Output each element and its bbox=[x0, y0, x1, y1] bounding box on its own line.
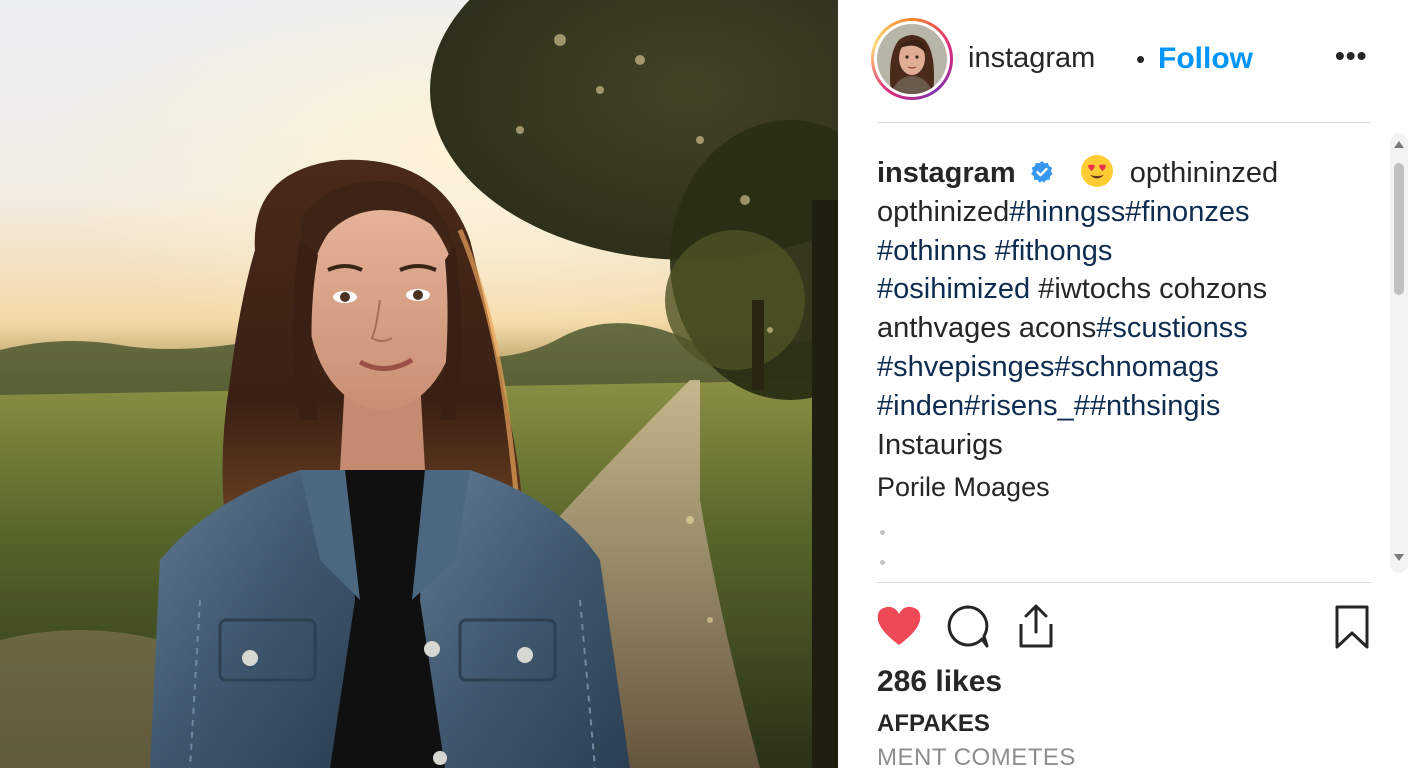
caption-line-7: #inden#risens_##nthsingis bbox=[877, 387, 1367, 426]
likes-count[interactable]: 286 likes bbox=[877, 665, 1002, 699]
post-photo[interactable] bbox=[0, 0, 838, 768]
caption-text: #iwtochs cohzons bbox=[1030, 273, 1268, 306]
caption-line-4: #osihimized #iwtochs cohzons bbox=[877, 270, 1367, 309]
secondary-caption: Porile Moages bbox=[877, 472, 1050, 502]
hashtag-link[interactable]: #shvepisnges#schnomags bbox=[877, 351, 1219, 383]
more-options-button[interactable]: ••• bbox=[1335, 40, 1367, 72]
follow-button[interactable]: Follow bbox=[1158, 42, 1253, 76]
heart-icon[interactable] bbox=[876, 605, 922, 647]
caption-username[interactable]: instagram bbox=[877, 157, 1016, 189]
avatar[interactable] bbox=[871, 18, 953, 100]
header-divider bbox=[877, 122, 1371, 123]
caption-text: opthininzed bbox=[1129, 157, 1279, 189]
actions-divider bbox=[877, 582, 1371, 583]
scroll-down-arrow-icon[interactable] bbox=[1394, 554, 1404, 561]
comments-link[interactable]: MENT COMETES bbox=[877, 744, 1076, 768]
hashtag-link[interactable]: #inden#risens_##nthsingis bbox=[877, 390, 1220, 422]
hashtag-link[interactable]: #osihimized bbox=[877, 273, 1030, 305]
post-sidebar: instagram • Follow ••• instagram opthini… bbox=[838, 0, 1408, 768]
caption-line-1: instagram opthininzed bbox=[877, 154, 1367, 193]
verified-badge-icon bbox=[1030, 161, 1053, 183]
caption-text: opthinized bbox=[877, 195, 1010, 228]
caption: instagram opthininzed opthinized#hinngss… bbox=[877, 154, 1367, 464]
caption-line-8: Instaurigs bbox=[877, 426, 1367, 465]
avatar-image bbox=[877, 24, 947, 94]
caption-line-2: opthinized#hinngss#finonzes bbox=[877, 193, 1367, 232]
hashtag-link[interactable]: #othinns #fithongs bbox=[877, 235, 1112, 267]
ellipsis-dot bbox=[880, 530, 885, 535]
ellipsis-dot bbox=[880, 560, 885, 565]
bookmark-icon[interactable] bbox=[1334, 604, 1370, 650]
caption-line-6: #shvepisnges#schnomags bbox=[877, 348, 1367, 387]
caption-line-3: #othinns #fithongs bbox=[877, 232, 1367, 271]
share-icon[interactable] bbox=[1015, 602, 1057, 650]
caption-text: anthvages acons bbox=[877, 312, 1097, 345]
comment-icon[interactable] bbox=[946, 604, 990, 650]
caption-line-5: anthvages acons#scustionss bbox=[877, 309, 1367, 348]
hashtag-link[interactable]: #scustionss bbox=[1096, 312, 1248, 344]
scroll-up-arrow-icon[interactable] bbox=[1394, 141, 1404, 148]
caption-scrollbar[interactable] bbox=[1390, 133, 1408, 573]
extra-label: AFPAKES bbox=[877, 710, 990, 737]
header-separator: • bbox=[1136, 44, 1146, 74]
header-username[interactable]: instagram bbox=[968, 42, 1095, 75]
hashtag-link[interactable]: #hinngss#finonzes bbox=[1009, 196, 1249, 228]
caption-text: Instaurigs bbox=[877, 428, 1003, 461]
post-photo-art bbox=[0, 0, 838, 768]
heart-eyes-emoji bbox=[1080, 155, 1113, 187]
scroll-thumb[interactable] bbox=[1394, 163, 1404, 295]
post-header: instagram • Follow ••• bbox=[838, 0, 1408, 122]
